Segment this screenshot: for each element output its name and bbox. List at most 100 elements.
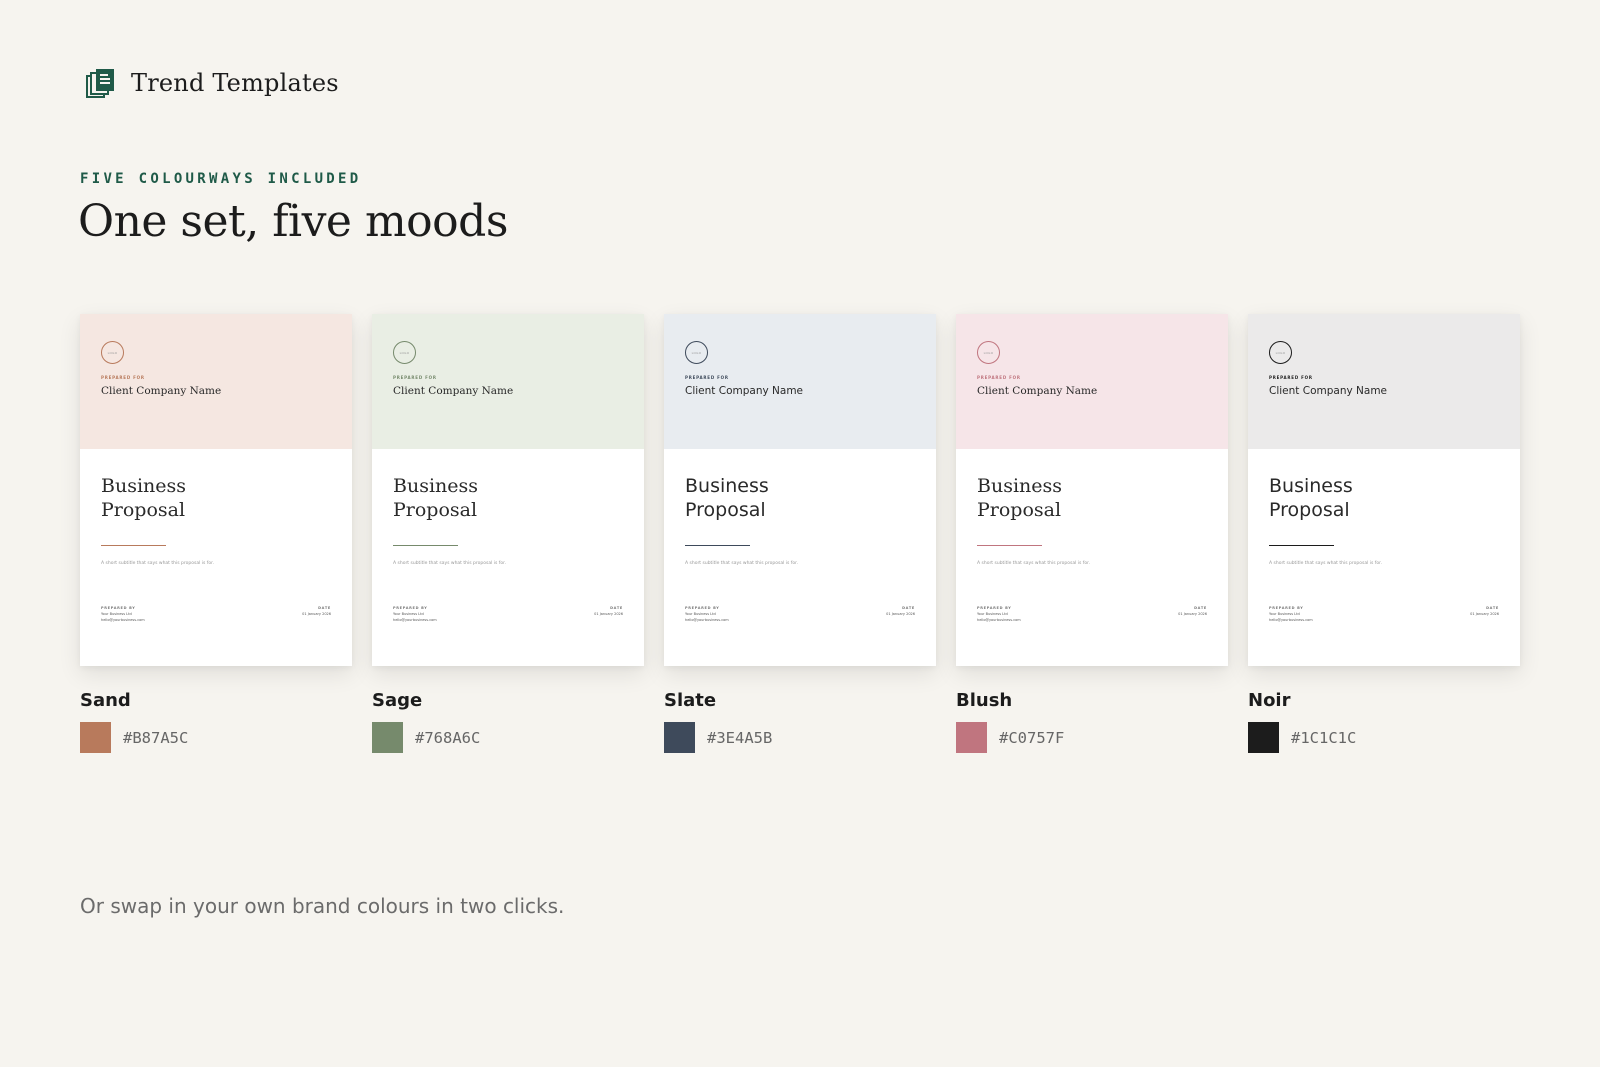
card-title-line: Business xyxy=(1269,475,1353,497)
date-value: 01 January 2026 xyxy=(594,612,623,616)
date-block: DATE 01 January 2026 xyxy=(886,605,915,617)
card-title: Business Proposal xyxy=(393,474,593,522)
card-title-line: Proposal xyxy=(685,499,766,521)
accent-rule xyxy=(101,545,166,546)
card-subtitle: A short subtitle that says what this pro… xyxy=(101,561,215,566)
template-preview-card[interactable]: LOGO PREPARED FOR Client Company Name Bu… xyxy=(664,314,936,666)
colourway-slate[interactable]: LOGO PREPARED FOR Client Company Name Bu… xyxy=(664,314,936,753)
logo-text: LOGO xyxy=(691,350,702,355)
template-preview-card[interactable]: LOGO PREPARED FOR Client Company Name Bu… xyxy=(956,314,1228,666)
date-block: DATE 01 January 2026 xyxy=(1178,605,1207,617)
card-subtitle: A short subtitle that says what this pro… xyxy=(977,561,1091,566)
card-header-band: LOGO PREPARED FOR Client Company Name xyxy=(956,314,1228,449)
logo-placeholder: LOGO xyxy=(101,341,124,364)
card-title: Business Proposal xyxy=(977,474,1177,522)
client-name: Client Company Name xyxy=(101,385,222,397)
colour-swatch[interactable] xyxy=(372,722,403,753)
colourway-name: Sand xyxy=(80,690,131,711)
hex-value: #768A6C xyxy=(415,728,481,747)
business-email: hello@yourbusiness.com xyxy=(393,618,437,622)
prepared-for-label: PREPARED FOR xyxy=(685,375,729,380)
card-header-band: LOGO PREPARED FOR Client Company Name xyxy=(664,314,936,449)
brand-name: Trend Templates xyxy=(131,69,339,97)
brand[interactable]: Trend Templates xyxy=(85,67,339,99)
prepared-by-block: PREPARED BY Your Business Ltd hello@your… xyxy=(393,605,437,623)
business-email: hello@yourbusiness.com xyxy=(685,618,729,622)
date-block: DATE 01 January 2026 xyxy=(594,605,623,617)
section-eyebrow: FIVE COLOURWAYS INCLUDED xyxy=(80,171,362,187)
colour-swatch-row: #768A6C xyxy=(372,722,644,753)
card-title: Business Proposal xyxy=(101,474,301,522)
date-value: 01 January 2026 xyxy=(302,612,331,616)
accent-rule xyxy=(393,545,458,546)
footnote: Or swap in your own brand colours in two… xyxy=(80,894,565,918)
template-preview-card[interactable]: LOGO PREPARED FOR Client Company Name Bu… xyxy=(80,314,352,666)
colour-swatch[interactable] xyxy=(664,722,695,753)
logo-text: LOGO xyxy=(983,350,994,355)
colour-swatch[interactable] xyxy=(80,722,111,753)
client-name: Client Company Name xyxy=(977,385,1098,397)
date-block: DATE 01 January 2026 xyxy=(302,605,331,617)
prepared-by-block: PREPARED BY Your Business Ltd hello@your… xyxy=(1269,605,1313,623)
colour-swatch-row: #B87A5C xyxy=(80,722,352,753)
hex-value: #3E4A5B xyxy=(707,728,773,747)
hex-value: #B87A5C xyxy=(123,728,189,747)
colourway-name: Sage xyxy=(372,690,423,711)
colourway-blush[interactable]: LOGO PREPARED FOR Client Company Name Bu… xyxy=(956,314,1228,753)
logo-placeholder: LOGO xyxy=(1269,341,1292,364)
colourway-noir[interactable]: LOGO PREPARED FOR Client Company Name Bu… xyxy=(1248,314,1520,753)
date-value: 01 January 2026 xyxy=(1470,612,1499,616)
business-email: hello@yourbusiness.com xyxy=(977,618,1021,622)
card-title-line: Business xyxy=(685,475,769,497)
logo-text: LOGO xyxy=(107,350,118,355)
card-title-line: Proposal xyxy=(101,499,186,521)
colourway-name: Noir xyxy=(1248,690,1291,711)
business-email: hello@yourbusiness.com xyxy=(1269,618,1313,622)
prepared-for-label: PREPARED FOR xyxy=(977,375,1021,380)
accent-rule xyxy=(685,545,750,546)
card-title: Business Proposal xyxy=(685,474,885,522)
date-value: 01 January 2026 xyxy=(886,612,915,616)
prepared-for-label: PREPARED FOR xyxy=(393,375,437,380)
colour-swatch-row: #3E4A5B xyxy=(664,722,936,753)
prepared-for-label: PREPARED FOR xyxy=(1269,375,1313,380)
template-preview-card[interactable]: LOGO PREPARED FOR Client Company Name Bu… xyxy=(372,314,644,666)
card-title-line: Proposal xyxy=(1269,499,1350,521)
logo-placeholder: LOGO xyxy=(393,341,416,364)
colourway-sand[interactable]: LOGO PREPARED FOR Client Company Name Bu… xyxy=(80,314,352,753)
card-title-line: Business xyxy=(101,475,187,497)
colour-swatch-row: #1C1C1C xyxy=(1248,722,1520,753)
prepared-by-block: PREPARED BY Your Business Ltd hello@your… xyxy=(977,605,1021,623)
card-title-line: Proposal xyxy=(393,499,478,521)
client-name: Client Company Name xyxy=(1269,385,1388,397)
card-subtitle: A short subtitle that says what this pro… xyxy=(393,561,507,566)
date-block: DATE 01 January 2026 xyxy=(1470,605,1499,617)
colourway-grid: LOGO PREPARED FOR Client Company Name Bu… xyxy=(80,314,1520,753)
logo-text: LOGO xyxy=(1275,350,1286,355)
card-title: Business Proposal xyxy=(1269,474,1469,522)
colourway-name: Blush xyxy=(956,690,1013,711)
colourway-sage[interactable]: LOGO PREPARED FOR Client Company Name Bu… xyxy=(372,314,644,753)
business-email: hello@yourbusiness.com xyxy=(101,618,145,622)
page-title: One set, five moods xyxy=(78,196,508,247)
prepared-for-label: PREPARED FOR xyxy=(101,375,145,380)
prepared-by-block: PREPARED BY Your Business Ltd hello@your… xyxy=(101,605,145,623)
card-header-band: LOGO PREPARED FOR Client Company Name xyxy=(372,314,644,449)
prepared-by-block: PREPARED BY Your Business Ltd hello@your… xyxy=(685,605,729,623)
template-preview-card[interactable]: LOGO PREPARED FOR Client Company Name Bu… xyxy=(1248,314,1520,666)
card-title-line: Proposal xyxy=(977,499,1062,521)
logo-placeholder: LOGO xyxy=(977,341,1000,364)
card-subtitle: A short subtitle that says what this pro… xyxy=(685,561,799,566)
card-header-band: LOGO PREPARED FOR Client Company Name xyxy=(1248,314,1520,449)
hex-value: #1C1C1C xyxy=(1291,728,1357,747)
colour-swatch[interactable] xyxy=(956,722,987,753)
card-title-line: Business xyxy=(393,475,479,497)
client-name: Client Company Name xyxy=(393,385,514,397)
accent-rule xyxy=(1269,545,1334,546)
document-stack-icon xyxy=(86,69,114,98)
card-title-line: Business xyxy=(977,475,1063,497)
card-header-band: LOGO PREPARED FOR Client Company Name xyxy=(80,314,352,449)
logo-placeholder: LOGO xyxy=(685,341,708,364)
client-name: Client Company Name xyxy=(685,385,804,397)
colour-swatch[interactable] xyxy=(1248,722,1279,753)
